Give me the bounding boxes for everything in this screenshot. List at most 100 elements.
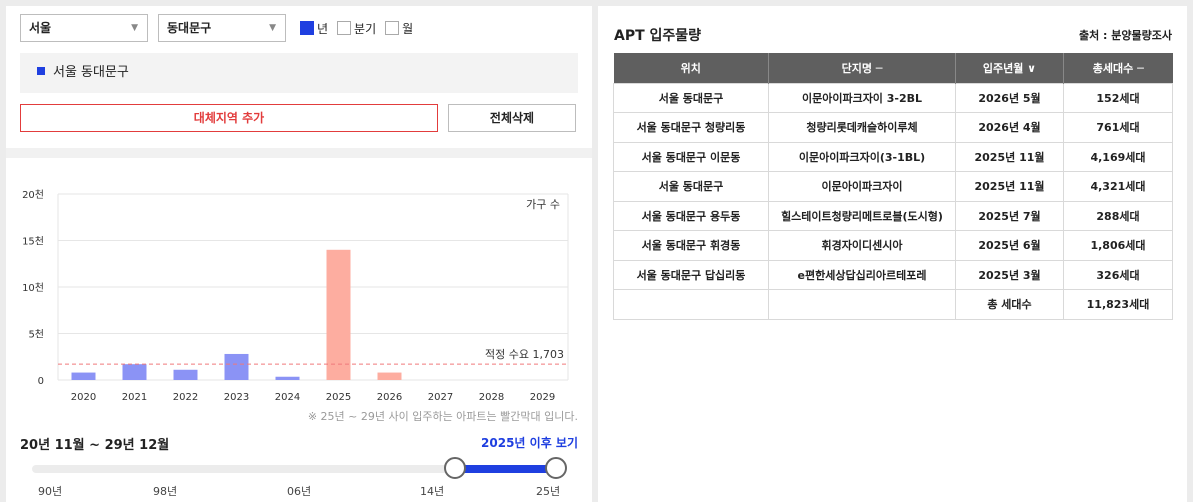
table-row: 서울 동대문구 답십리동 e편한세상답십리아르테포레 2025년 3월 326세대 <box>613 259 1173 290</box>
col-location[interactable]: 위치 <box>613 53 769 83</box>
bar-2022 <box>173 369 198 380</box>
x-tick-label: 2029 <box>530 392 555 403</box>
x-tick-label: 2024 <box>275 392 300 403</box>
delete-all-button[interactable]: 전체삭제 <box>448 104 576 132</box>
x-tick-label: 2027 <box>428 392 453 403</box>
cell-move-in: 2025년 11월 <box>955 171 1064 202</box>
chevron-down-icon: ▼ <box>269 23 276 33</box>
cell-location: 서울 동대문구 청량리동 <box>613 112 769 143</box>
data-source: 출처 : 분양물량조사 <box>1078 29 1172 42</box>
x-tick-label: 2022 <box>173 392 198 403</box>
col-households[interactable]: 총세대수 ─ <box>1063 53 1173 83</box>
cell-move-in: 2025년 7월 <box>955 200 1064 231</box>
left-panel: 서울 ▼ 동대문구 ▼ 년 분기 월 서울 동대문구 대체지역 추가 전체삭제 … <box>6 6 592 502</box>
district-select-value: 동대문구 <box>167 21 212 35</box>
slider-end-handle[interactable] <box>545 457 567 479</box>
city-select-value: 서울 <box>29 21 52 35</box>
table-row: 서울 동대문구 청량리동 청량리롯데캐슬하이루체 2026년 4월 761세대 <box>613 112 1173 143</box>
slider-label: 90년 <box>38 485 63 498</box>
bar-2020 <box>71 372 96 380</box>
cell-complex: 이문아이파크자이(3-1BL) <box>768 141 956 172</box>
cell-location: 서울 동대문구 답십리동 <box>613 259 769 290</box>
cell-households: 288세대 <box>1063 200 1173 231</box>
table-row: 서울 동대문구 이문아이파크자이 3-2BL 2026년 5월 152세대 <box>613 82 1173 113</box>
y-tick-label: 10천 <box>22 282 44 294</box>
range-label: 20년 11월 ~ 29년 12월 <box>20 438 170 453</box>
cell-location: 서울 동대문구 <box>613 171 769 202</box>
cell-households: 326세대 <box>1063 259 1173 290</box>
year-label: 년 <box>317 21 329 36</box>
quarter-label: 분기 <box>354 21 377 36</box>
x-tick-label: 2028 <box>479 392 504 403</box>
selected-region-label: 서울 동대문구 <box>53 65 129 80</box>
col-move-in[interactable]: 입주년월 ∨ <box>955 53 1064 83</box>
month-label: 월 <box>402 21 414 36</box>
cell-move-in: 2025년 3월 <box>955 259 1064 290</box>
cell-households: 4,321세대 <box>1063 171 1173 202</box>
bar-2025 <box>326 249 351 380</box>
col-complex[interactable]: 단지명 ─ <box>768 53 956 83</box>
month-checkbox[interactable] <box>385 21 400 35</box>
total-value: 11,823세대 <box>1063 289 1173 320</box>
x-tick-label: 2026 <box>377 392 402 403</box>
cell-complex: 힐스테이트청량리메트로블(도시형) <box>768 200 956 231</box>
quarter-checkbox[interactable] <box>337 21 352 35</box>
add-region-button[interactable]: 대체지역 추가 <box>20 104 438 132</box>
x-tick-label: 2023 <box>224 392 249 403</box>
cell-households: 152세대 <box>1063 82 1173 113</box>
bar-2021 <box>122 364 147 380</box>
section-divider <box>6 148 592 158</box>
city-select[interactable]: 서울 ▼ <box>20 14 148 42</box>
empty-cell <box>768 289 956 320</box>
table-body: 서울 동대문구 이문아이파크자이 3-2BL 2026년 5월 152세대 서울 동대문… <box>613 82 1173 320</box>
cell-move-in: 2025년 6월 <box>955 230 1064 261</box>
region-color-square <box>37 67 45 75</box>
cell-move-in: 2025년 11월 <box>955 141 1064 172</box>
reference-line-label: 적정 수요 1,703 <box>485 348 564 361</box>
cell-households: 4,169세대 <box>1063 141 1173 172</box>
cell-location: 서울 동대문구 <box>613 82 769 113</box>
total-row: 총 세대수 11,823세대 <box>613 289 1173 320</box>
cell-move-in: 2026년 5월 <box>955 82 1064 113</box>
y-tick-label: 0 <box>38 376 44 387</box>
y-tick-label: 5천 <box>28 329 44 341</box>
table-title: APT 입주물량 <box>614 28 702 44</box>
period-checkboxes: 년 분기 월 <box>300 19 422 37</box>
chart-legend: 가구 수 <box>526 198 560 211</box>
cell-move-in: 2026년 4월 <box>955 112 1064 143</box>
table-row: 서울 동대문구 이문동 이문아이파크자이(3-1BL) 2025년 11월 4,169… <box>613 141 1173 172</box>
table-row: 서울 동대문구 휘경동 휘경자이디센시아 2025년 6월 1,806세대 <box>613 230 1173 261</box>
total-label: 총 세대수 <box>955 289 1064 320</box>
district-select[interactable]: 동대문구 ▼ <box>158 14 286 42</box>
slider-start-handle[interactable] <box>444 457 466 479</box>
bar-2026 <box>377 372 402 380</box>
year-checkbox[interactable] <box>300 21 314 35</box>
selected-region: 서울 동대문구 <box>20 53 578 93</box>
cell-complex: 청량리롯데캐슬하이루체 <box>768 112 956 143</box>
y-tick-label: 15천 <box>22 236 44 248</box>
cell-location: 서울 동대문구 용두동 <box>613 200 769 231</box>
after-2025-link[interactable]: 2025년 이후 보기 <box>481 434 578 451</box>
right-panel: APT 입주물량 출처 : 분양물량조사 위치 단지명 ─ 입주년월 ∨ 총세대… <box>598 6 1187 502</box>
slider-label: 25년 <box>536 485 561 498</box>
slider-label: 06년 <box>287 485 312 498</box>
chevron-down-icon: ▼ <box>131 23 138 33</box>
x-tick-label: 2021 <box>122 392 147 403</box>
x-tick-label: 2020 <box>71 392 96 403</box>
cell-complex: 이문아이파크자이 3-2BL <box>768 82 956 113</box>
cell-location: 서울 동대문구 휘경동 <box>613 230 769 261</box>
cell-complex: 이문아이파크자이 <box>768 171 956 202</box>
table-row: 서울 동대문구 이문아이파크자이 2025년 11월 4,321세대 <box>613 171 1173 202</box>
year-slider-range <box>454 465 556 473</box>
cell-households: 761세대 <box>1063 112 1173 143</box>
slider-label: 98년 <box>153 485 178 498</box>
chart-footnote: ※ 25년 ~ 29년 사이 입주하는 아파트는 빨간막대 입니다. <box>307 410 578 423</box>
empty-cell <box>613 289 769 320</box>
slider-label: 14년 <box>420 485 445 498</box>
x-tick-label: 2025 <box>326 392 351 403</box>
table-row: 서울 동대문구 용두동 힐스테이트청량리메트로블(도시형) 2025년 7월 288세… <box>613 200 1173 231</box>
supply-bar-chart: 0 5천 10천 15천 20천 2020 2021 2022 2023 2024 2025 2026… <box>22 189 569 403</box>
bar-2023 <box>224 353 249 380</box>
cell-complex: 휘경자이디센시아 <box>768 230 956 261</box>
cell-complex: e편한세상답십리아르테포레 <box>768 259 956 290</box>
